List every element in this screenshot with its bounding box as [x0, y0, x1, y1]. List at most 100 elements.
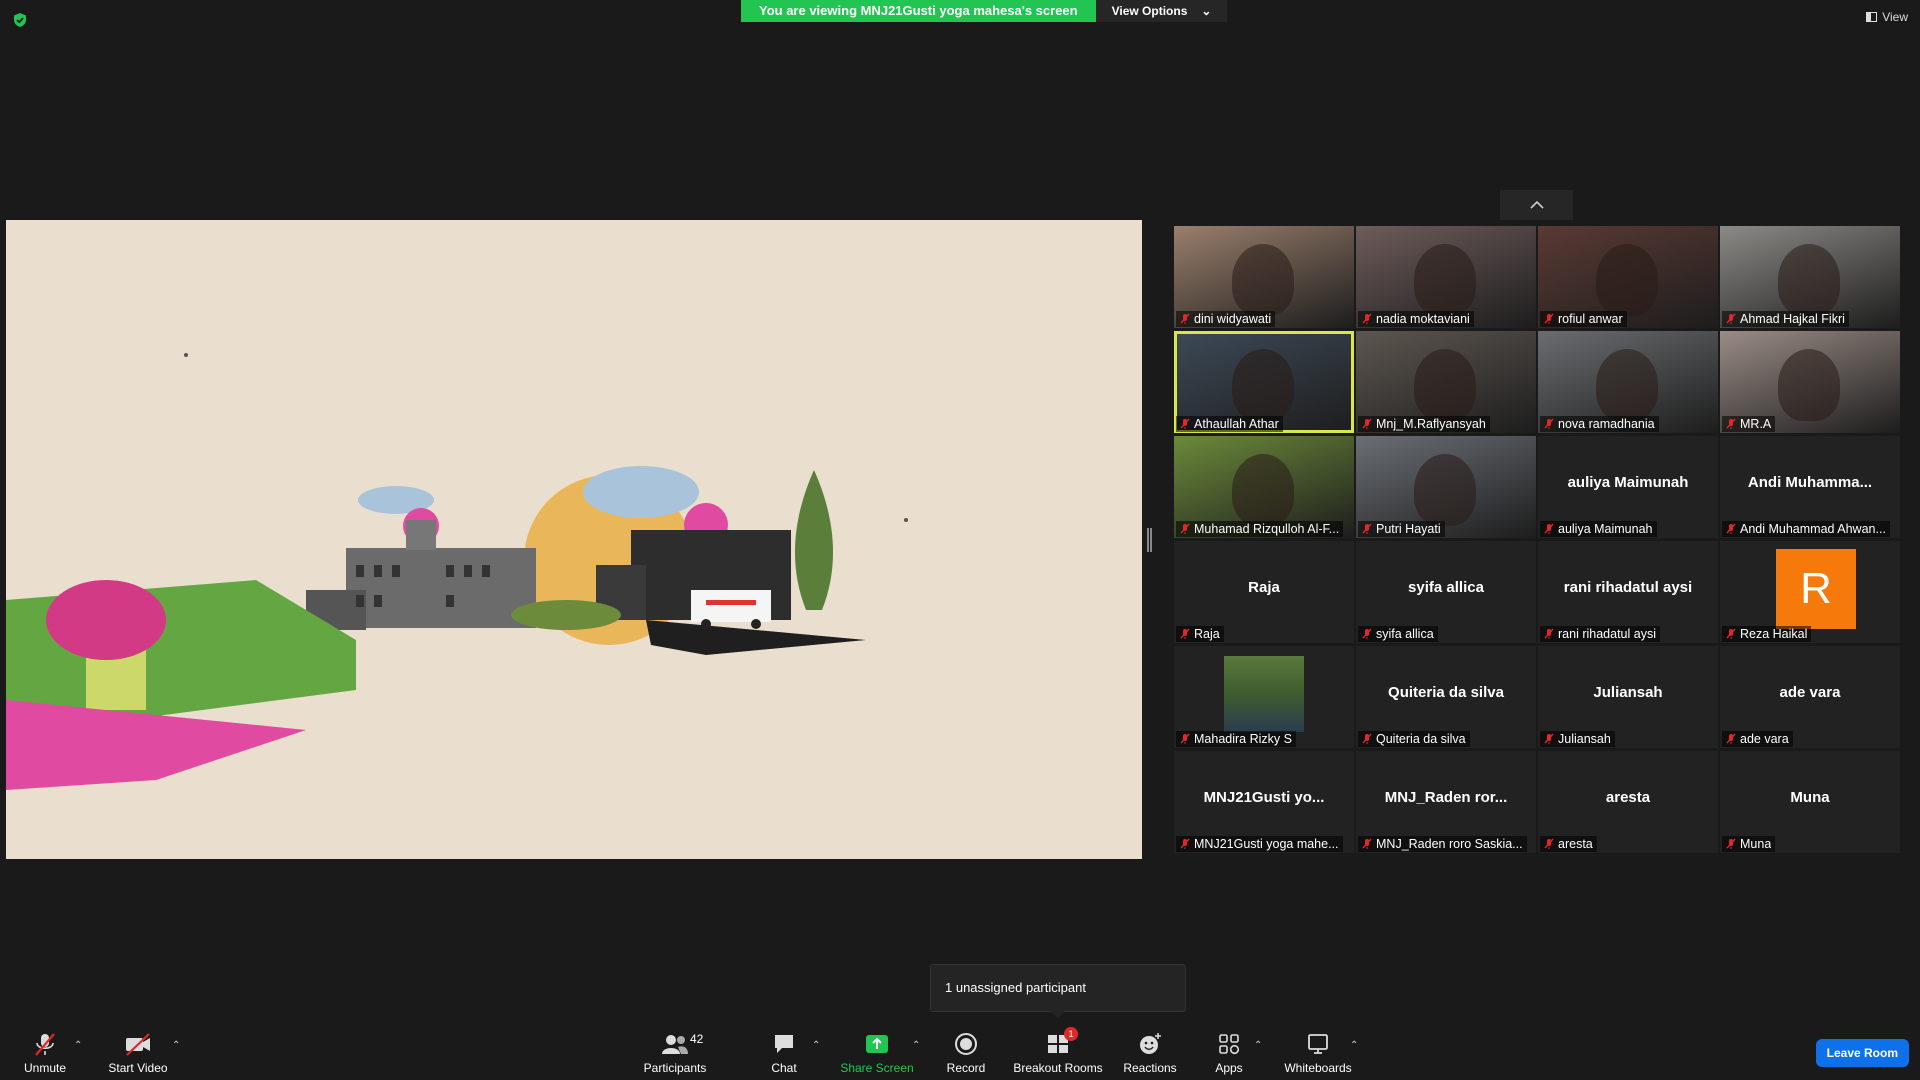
- participant-name-label: Ahmad Hajkal Fikri: [1722, 311, 1849, 327]
- screen-share-banner: You are viewing MNJ21Gusti yoga mahesa's…: [741, 0, 1228, 22]
- participant-name-text: syifa allica: [1376, 627, 1434, 641]
- breakout-notification-badge: 1: [1064, 1027, 1078, 1041]
- apps-button[interactable]: Apps: [1214, 1020, 1244, 1080]
- participant-name-label: Athaullah Athar: [1176, 416, 1283, 432]
- viewing-screen-text: You are viewing MNJ21Gusti yoga mahesa's…: [741, 0, 1096, 22]
- start-video-label: Start Video: [108, 1061, 168, 1075]
- record-label: Record: [946, 1061, 986, 1075]
- participant-tile[interactable]: MNJ21Gusti yo... MNJ21Gusti yoga mahe...: [1174, 751, 1354, 853]
- mic-muted-icon: [1544, 418, 1554, 429]
- breakout-rooms-label: Breakout Rooms: [1013, 1061, 1103, 1075]
- participant-tile[interactable]: MNJ_Raden ror... MNJ_Raden roro Saskia...: [1356, 751, 1536, 853]
- chat-options-caret[interactable]: ⌃: [812, 1040, 820, 1051]
- unmute-label: Unmute: [23, 1061, 67, 1075]
- participant-tile[interactable]: Ahmad Hajkal Fikri: [1720, 226, 1900, 328]
- participant-tile[interactable]: Putri Hayati: [1356, 436, 1536, 538]
- mic-muted-icon: [1544, 838, 1554, 849]
- participant-name-text: Muna: [1740, 837, 1772, 851]
- participant-display-name: auliya Maimunah: [1567, 474, 1689, 491]
- collapse-gallery-button[interactable]: [1500, 190, 1573, 220]
- reactions-smiley-icon: [1140, 1033, 1161, 1054]
- whiteboards-button[interactable]: Whiteboards: [1284, 1020, 1352, 1080]
- participant-tile[interactable]: Quiteria da silva Quiteria da silva: [1356, 646, 1536, 748]
- participants-icon: [662, 1035, 688, 1054]
- participant-tile[interactable]: Raja Raja: [1174, 541, 1354, 643]
- participant-display-name: Juliansah: [1593, 684, 1663, 701]
- participant-name-text: dini widyawati: [1194, 312, 1272, 326]
- participant-name-text: nova ramadhania: [1558, 417, 1655, 431]
- participant-video-feed: [1778, 349, 1840, 421]
- participants-label: Participants: [643, 1061, 707, 1075]
- record-icon: [955, 1033, 977, 1055]
- tooltip-text: 1 unassigned participant: [945, 980, 1086, 995]
- participant-name-text: Putri Hayati: [1376, 522, 1441, 536]
- participant-name-label: aresta: [1540, 836, 1597, 852]
- participant-tile[interactable]: Muna Muna: [1720, 751, 1900, 853]
- participant-tile[interactable]: auliya Maimunah auliya Maimunah: [1538, 436, 1718, 538]
- mic-muted-icon: [1362, 628, 1372, 639]
- layout-grid-icon: [1866, 12, 1878, 22]
- participant-video-feed: [1232, 349, 1294, 421]
- participant-tile[interactable]: Athaullah Athar: [1174, 331, 1354, 433]
- participant-name-text: Juliansah: [1558, 732, 1611, 746]
- participant-name-label: ade vara: [1722, 731, 1793, 747]
- breakout-rooms-button[interactable]: 1 Breakout Rooms: [1013, 1020, 1103, 1080]
- participants-button[interactable]: 42 Participants: [642, 1020, 708, 1080]
- participant-name-text: Muhamad Rizqulloh Al-F...: [1194, 522, 1340, 536]
- security-shield-icon[interactable]: [12, 12, 28, 28]
- mic-muted-icon: [1544, 523, 1554, 534]
- view-options-label: View Options: [1111, 4, 1188, 18]
- apps-options-caret[interactable]: ⌃: [1254, 1040, 1262, 1051]
- participant-tile[interactable]: nova ramadhania: [1538, 331, 1718, 433]
- share-screen-button[interactable]: Share Screen: [840, 1020, 914, 1080]
- mic-muted-icon: [1362, 523, 1372, 534]
- share-options-caret[interactable]: ⌃: [912, 1040, 920, 1051]
- participant-name-label: MNJ_Raden roro Saskia...: [1358, 836, 1527, 852]
- participant-name-text: MNJ21Gusti yoga mahe...: [1194, 837, 1339, 851]
- participant-display-name: Andi Muhamma...: [1747, 474, 1873, 491]
- participant-display-name: ade vara: [1779, 684, 1841, 701]
- participant-video-feed: [1596, 349, 1658, 421]
- unmute-button[interactable]: Unmute: [20, 1020, 70, 1080]
- reactions-button[interactable]: Reactions: [1123, 1020, 1177, 1080]
- start-video-button[interactable]: Start Video: [106, 1020, 170, 1080]
- audio-options-caret[interactable]: ⌃: [74, 1040, 82, 1051]
- participant-video-feed: [1232, 454, 1294, 526]
- participant-tile[interactable]: Muhamad Rizqulloh Al-F...: [1174, 436, 1354, 538]
- participant-video-feed: [1414, 244, 1476, 316]
- participant-tile[interactable]: rani rihadatul aysi rani rihadatul aysi: [1538, 541, 1718, 643]
- participant-name-label: syifa allica: [1358, 626, 1438, 642]
- panel-splitter-handle[interactable]: [1147, 528, 1152, 552]
- participant-tile[interactable]: R Reza Haikal: [1720, 541, 1900, 643]
- whiteboard-options-caret[interactable]: ⌃: [1350, 1040, 1358, 1051]
- record-button[interactable]: Record: [946, 1020, 986, 1080]
- participant-name-text: MNJ_Raden roro Saskia...: [1376, 837, 1523, 851]
- participant-name-label: rofiul anwar: [1540, 311, 1627, 327]
- participant-video-feed: [1232, 244, 1294, 316]
- video-options-caret[interactable]: ⌃: [172, 1040, 180, 1051]
- chat-button[interactable]: Chat: [770, 1020, 798, 1080]
- view-options-button[interactable]: View Options ⌄: [1095, 0, 1228, 22]
- participant-tile[interactable]: MR.A: [1720, 331, 1900, 433]
- participant-tile[interactable]: dini widyawati: [1174, 226, 1354, 328]
- mic-muted-icon: [1544, 733, 1554, 744]
- leave-room-button[interactable]: Leave Room: [1815, 1039, 1909, 1067]
- participant-tile[interactable]: syifa allica syifa allica: [1356, 541, 1536, 643]
- participant-tile[interactable]: Mahadira Rizky S: [1174, 646, 1354, 748]
- participant-tile[interactable]: rofiul anwar: [1538, 226, 1718, 328]
- participant-name-text: aresta: [1558, 837, 1593, 851]
- participant-name-label: MNJ21Gusti yoga mahe...: [1176, 836, 1343, 852]
- participant-name-label: nova ramadhania: [1540, 416, 1659, 432]
- mic-muted-icon: [1362, 313, 1372, 324]
- view-layout-button[interactable]: View: [1866, 10, 1908, 24]
- participant-tile[interactable]: Andi Muhamma... Andi Muhammad Ahwan...: [1720, 436, 1900, 538]
- participant-name-label: Quiteria da silva: [1358, 731, 1470, 747]
- participant-tile[interactable]: aresta aresta: [1538, 751, 1718, 853]
- apps-icon: [1219, 1034, 1240, 1055]
- share-screen-icon: [866, 1035, 888, 1053]
- participant-tile[interactable]: ade vara ade vara: [1720, 646, 1900, 748]
- shared-screen-content: [6, 220, 1142, 859]
- participant-tile[interactable]: nadia moktaviani: [1356, 226, 1536, 328]
- participant-tile[interactable]: Juliansah Juliansah: [1538, 646, 1718, 748]
- participant-tile[interactable]: Mnj_M.Raflyansyah: [1356, 331, 1536, 433]
